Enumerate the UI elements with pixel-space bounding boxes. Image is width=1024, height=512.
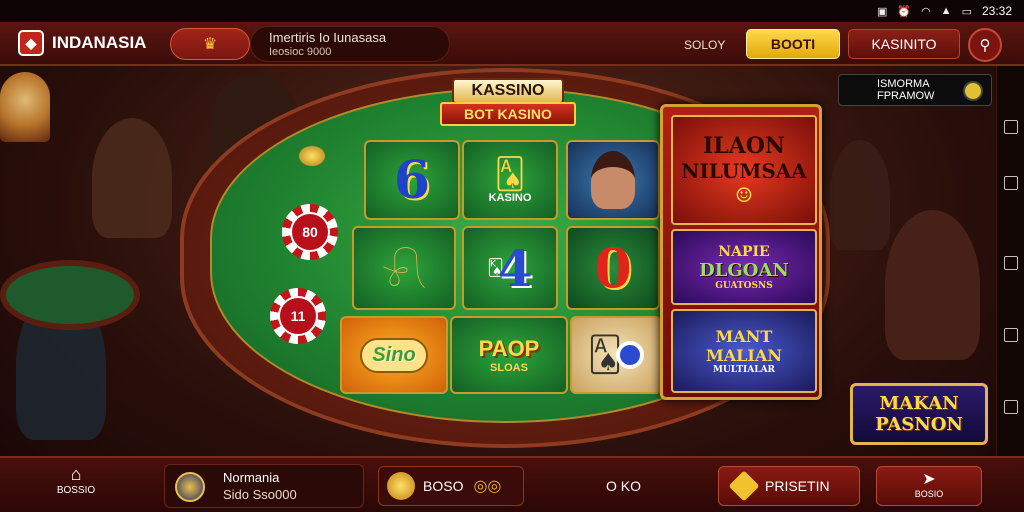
card-title-line-2: NILUMSAA bbox=[681, 159, 807, 183]
square-icon[interactable] bbox=[1004, 400, 1018, 414]
prise-button[interactable]: PRISETIN bbox=[718, 466, 860, 506]
game-tile-paop[interactable]: PAOP SLOAS bbox=[450, 316, 568, 394]
gold-emblem-icon bbox=[387, 472, 415, 500]
signal-icon: ▲ bbox=[940, 5, 952, 17]
search-button[interactable]: ⚲ bbox=[968, 28, 1002, 62]
background-person-image bbox=[92, 118, 172, 238]
profile-balance: Sido Sso000 bbox=[223, 487, 297, 502]
brand-name: INDANASIA bbox=[52, 33, 147, 52]
home-button[interactable]: ⌂ BOSSIO bbox=[46, 464, 106, 508]
card-title-line-1: NAPIE bbox=[718, 243, 770, 260]
prise-label: PRISETIN bbox=[765, 478, 830, 494]
bet-chip-11[interactable]: 11 bbox=[270, 288, 326, 344]
featured-game-card[interactable]: NAPIE DLGOAN GUATOSNS bbox=[671, 229, 817, 305]
tile-label: PAOP bbox=[478, 336, 540, 361]
home-label: BOSSIO bbox=[56, 485, 96, 496]
wifi-icon: ◠ bbox=[921, 5, 931, 18]
game-tile-six[interactable]: 6 bbox=[364, 140, 460, 220]
chip-value: 11 bbox=[278, 296, 318, 336]
game-title-plaque: KASSINO BOT KASINO bbox=[440, 78, 576, 128]
bottom-nav-bar: ⌂ BOSSIO Normania Sido Sso000 BOSO ◎◎ O … bbox=[0, 456, 1024, 512]
battery-icon: ▭ bbox=[961, 5, 972, 18]
square-icon[interactable] bbox=[1004, 328, 1018, 342]
notification-toast[interactable]: ISMORMA FPRAMOW bbox=[838, 74, 992, 106]
game-tile-portrait[interactable] bbox=[566, 140, 660, 220]
game-tile-kasino[interactable]: 🂡 KASINO bbox=[462, 140, 558, 220]
search-icon: ⚲ bbox=[979, 37, 991, 54]
bonus-label: BOSO bbox=[423, 478, 464, 494]
brand-diamond-icon: ◆ bbox=[18, 30, 44, 56]
status-bar: ▣ ⏰ ◠ ▲ ▭ 23:32 bbox=[0, 0, 1024, 22]
badge-line-2: PASNON bbox=[875, 414, 963, 435]
chip-icon bbox=[616, 341, 645, 369]
news-line-2: Ieosioc 9000 bbox=[269, 46, 332, 58]
cards-icon: 🂡 bbox=[494, 157, 526, 191]
card-title-line-2: DLGOAN bbox=[699, 259, 789, 281]
card-title-line-3: MULTIALAR bbox=[712, 365, 776, 375]
character-icon: ☺ bbox=[735, 183, 753, 207]
badge-line-1: MAKAN bbox=[879, 393, 959, 414]
status-text: O KO bbox=[606, 478, 642, 494]
home-icon: ⌂ bbox=[70, 464, 82, 484]
card-title-line-3: GUATOSNS bbox=[715, 280, 773, 291]
booti-button[interactable]: BOOTI bbox=[746, 29, 840, 59]
more-button[interactable]: ➤ BOSIO bbox=[876, 466, 982, 506]
tile-sub-label: SLOAS bbox=[490, 362, 528, 374]
brand-logo[interactable]: ◆ INDANASIA bbox=[18, 30, 146, 56]
card-title-line-1: MANT bbox=[715, 327, 773, 346]
game-tile-sino[interactable]: Sino bbox=[340, 316, 448, 394]
kasinito-button[interactable]: KASINITO bbox=[848, 29, 960, 59]
promo-crown-button[interactable]: ♛ bbox=[170, 28, 250, 60]
game-tile-scroll[interactable]: 𓍯 bbox=[352, 226, 456, 310]
chip-value: 80 bbox=[290, 212, 330, 252]
game-tile-four[interactable]: 🂮 4 bbox=[462, 226, 558, 310]
news-line-1: Imertiris Io Iunasasa bbox=[269, 30, 387, 45]
square-icon[interactable] bbox=[1004, 176, 1018, 190]
clock-time: 23:32 bbox=[981, 4, 1012, 18]
game-tile-zero[interactable]: 0 bbox=[566, 226, 660, 310]
coins-icon: ◎◎ bbox=[473, 478, 502, 495]
game-title-top: KASSINO bbox=[452, 78, 564, 104]
alarm-icon: ⏰ bbox=[897, 5, 912, 18]
news-ticker[interactable]: Imertiris Io Iunasasa Ieosioc 9000 bbox=[250, 26, 450, 62]
tile-number: 0 bbox=[594, 236, 632, 300]
square-icon[interactable] bbox=[1004, 120, 1018, 134]
makan-pasnon-badge[interactable]: MAKAN PASNON bbox=[850, 383, 988, 445]
card-title-line-2: MALIAN bbox=[706, 346, 782, 365]
avatar bbox=[175, 472, 205, 502]
tile-label: KASINO bbox=[488, 191, 532, 204]
nfc-icon: ▣ bbox=[876, 5, 888, 18]
bonus-button[interactable]: BOSO ◎◎ bbox=[378, 466, 524, 506]
tile-number: 6 bbox=[393, 149, 431, 211]
card-title-line-1: ILAON bbox=[702, 133, 786, 159]
wall-lamp-image bbox=[0, 72, 50, 142]
coin-icon bbox=[963, 81, 983, 101]
background-person-image bbox=[830, 140, 890, 250]
profile-name: Normania bbox=[223, 470, 280, 485]
send-icon: ➤ bbox=[922, 471, 936, 488]
tile-number: 4 bbox=[497, 238, 533, 298]
app-screen: ▣ ⏰ ◠ ▲ ▭ 23:32 ◆ INDANASIA ♛ Imertiris … bbox=[0, 0, 1024, 512]
background-table-image bbox=[0, 260, 140, 330]
scroll-icon: 𓍯 bbox=[381, 252, 427, 296]
featured-games-panel: ILAON NILUMSAA ☺ NAPIE DLGOAN GUATOSNS M… bbox=[660, 104, 822, 400]
featured-game-card[interactable]: MANT MALIAN MULTIALAR bbox=[671, 309, 817, 393]
profile-card[interactable]: Normania Sido Sso000 bbox=[164, 464, 364, 508]
portrait-image bbox=[591, 151, 635, 209]
game-tile-cards[interactable]: 🂡 bbox=[570, 316, 662, 394]
square-icon[interactable] bbox=[1004, 256, 1018, 270]
crown-icon: ♛ bbox=[202, 36, 218, 53]
diamond-icon bbox=[728, 470, 760, 502]
tile-label: Sino bbox=[360, 337, 428, 373]
more-label: BOSIO bbox=[914, 489, 944, 499]
bet-chip-80[interactable]: 80 bbox=[282, 204, 338, 260]
top-app-bar: ◆ INDANASIA ♛ Imertiris Io Iunasasa Ieos… bbox=[0, 22, 1024, 66]
system-side-strip bbox=[996, 66, 1024, 456]
background-person-image bbox=[885, 210, 980, 360]
header-label[interactable]: SOLOY bbox=[684, 38, 725, 52]
game-title-bottom: BOT KASINO bbox=[440, 102, 576, 126]
featured-game-card[interactable]: ILAON NILUMSAA ☺ bbox=[671, 115, 817, 225]
table-gold-knob bbox=[299, 146, 325, 166]
